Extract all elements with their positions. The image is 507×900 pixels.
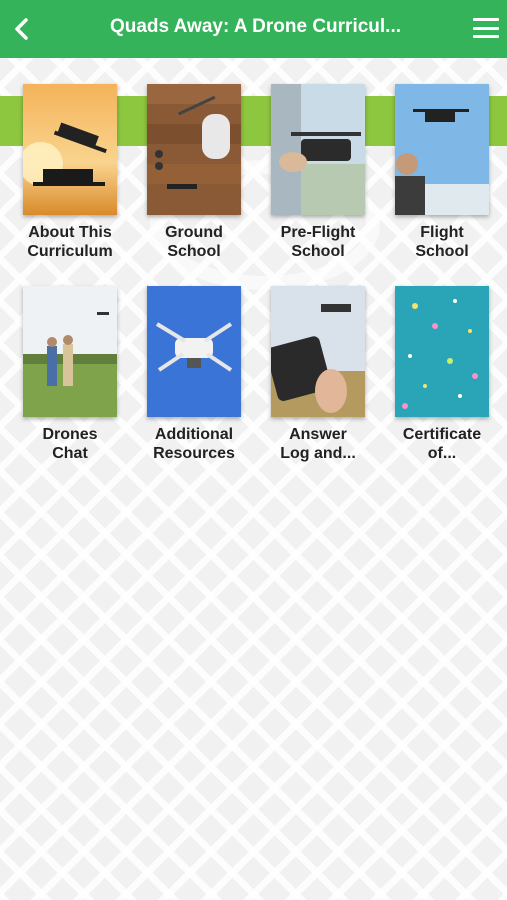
- tile-image: [271, 286, 365, 417]
- page-title: Quads Away: A Drone Curricul...: [109, 16, 402, 37]
- tile-image: [271, 84, 365, 215]
- app-header: Quads Away: A Drone Curricul...: [0, 0, 507, 58]
- tile-answer-log[interactable]: Answer Log and...: [263, 286, 373, 463]
- tile-label: Drones Chat: [42, 426, 98, 462]
- tile-label: About This Curriculum: [27, 224, 113, 260]
- tile-additional-resources[interactable]: Additional Resources: [139, 286, 249, 463]
- tile-pre-flight-school[interactable]: Pre-Flight School: [263, 84, 373, 261]
- tile-label: Additional Resources: [153, 426, 235, 462]
- tile-image: [23, 286, 117, 417]
- tile-image: [395, 286, 489, 417]
- tile-certificate[interactable]: Certificate of...: [387, 286, 497, 463]
- tile-ground-school[interactable]: Ground School: [139, 84, 249, 261]
- tile-image: [23, 84, 117, 215]
- tile-image: [395, 84, 489, 215]
- tile-label: Certificate of...: [402, 426, 482, 462]
- tile-image: [147, 286, 241, 417]
- back-button[interactable]: [8, 12, 36, 46]
- hamburger-menu-icon: [473, 18, 499, 21]
- tile-drones-chat[interactable]: Drones Chat: [15, 286, 125, 463]
- chevron-left-icon: [15, 18, 28, 40]
- tile-label: Pre-Flight School: [280, 224, 356, 260]
- tile-image: [147, 84, 241, 215]
- tile-label: Answer Log and...: [280, 426, 356, 462]
- menu-button[interactable]: [473, 14, 499, 42]
- tile-label: Flight School: [415, 224, 469, 260]
- tile-about-this-curriculum[interactable]: About This Curriculum: [15, 84, 125, 261]
- tile-label: Ground School: [165, 224, 223, 260]
- tile-flight-school[interactable]: Flight School: [387, 84, 497, 261]
